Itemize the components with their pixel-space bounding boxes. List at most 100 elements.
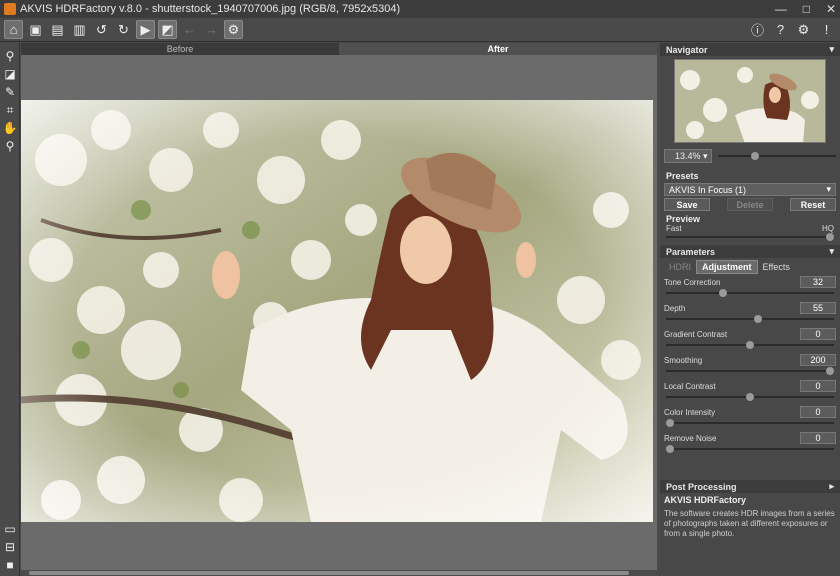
save-preset-button[interactable]: Save (664, 198, 710, 211)
view-single-icon[interactable]: ▭ (0, 520, 20, 538)
tab-hdri[interactable]: HDRI (664, 260, 696, 274)
brush-icon[interactable]: ✎ (0, 83, 20, 101)
print-icon[interactable]: ▥ (70, 20, 89, 39)
home-icon[interactable]: ⌂ (4, 20, 23, 39)
param-local-contrast: Local Contrast 0 (660, 378, 840, 404)
maximize-button[interactable]: □ (803, 2, 810, 16)
app-logo-icon (4, 3, 16, 15)
navigator-thumbnail[interactable] (674, 59, 826, 143)
close-button[interactable]: ✕ (826, 2, 836, 16)
tab-effects[interactable]: Effects (758, 260, 795, 274)
param-slider-knob[interactable] (746, 341, 754, 349)
param-value-field[interactable]: 32 (800, 276, 836, 288)
param-color-intensity: Color Intensity 0 (660, 404, 840, 430)
param-slider[interactable] (666, 315, 834, 323)
horizontal-scrollbar[interactable] (21, 570, 657, 576)
post-processing-header[interactable]: Post Processing ▸ (660, 480, 840, 493)
zoom-icon[interactable]: ⚲ (0, 137, 20, 155)
notifications-icon[interactable]: ! (817, 20, 836, 39)
undo-icon[interactable]: ↺ (92, 20, 111, 39)
tab-adjustment[interactable]: Adjustment (696, 260, 758, 274)
preset-select[interactable]: AKVIS In Focus (1) ▾ (664, 183, 836, 196)
param-value-field[interactable]: 0 (800, 406, 836, 418)
main-toolbar: ⌂ ▣ ▤ ▥ ↺ ↻ ▶ ◩ ← → ⚙ ⓘ ? ⚙ ! (0, 18, 840, 42)
param-value-field[interactable]: 55 (800, 302, 836, 314)
param-label: Depth (664, 304, 686, 313)
help-icon[interactable]: ? (771, 20, 790, 39)
param-slider-knob[interactable] (666, 445, 674, 453)
param-slider-knob[interactable] (826, 367, 834, 375)
param-label: Smoothing (664, 356, 703, 365)
param-value-field[interactable]: 0 (800, 432, 836, 444)
open-icon[interactable]: ▣ (26, 20, 45, 39)
param-label: Color Intensity (664, 408, 716, 417)
param-slider-knob[interactable] (746, 393, 754, 401)
param-tone-correction: Tone Correction 32 (660, 274, 840, 300)
redo-icon[interactable]: ↻ (114, 20, 133, 39)
param-value-field[interactable]: 200 (800, 354, 836, 366)
back-icon[interactable]: ← (180, 20, 199, 39)
param-slider[interactable] (666, 393, 834, 401)
delete-preset-button[interactable]: Delete (727, 198, 773, 211)
parameters-title: Parameters (666, 246, 716, 257)
hand-icon[interactable]: ✋ (0, 119, 20, 137)
param-slider-knob[interactable] (754, 315, 762, 323)
eraser-icon[interactable]: ◪ (0, 65, 20, 83)
result-photo[interactable] (21, 100, 653, 522)
preview-quality-knob[interactable] (826, 233, 834, 241)
param-label: Gradient Contrast (664, 330, 728, 339)
window-title: AKVIS HDRFactory v.8.0 - shutterstock_19… (20, 3, 401, 15)
info-text: The software creates HDR images from a s… (664, 509, 835, 538)
crop-icon[interactable]: ⌗ (0, 101, 20, 119)
parameters-header[interactable]: Parameters ▾ (660, 245, 840, 258)
background-color-icon[interactable]: ■ (0, 556, 20, 574)
chevron-down-icon: ▾ (826, 184, 831, 194)
info-icon[interactable]: ⓘ (748, 20, 767, 39)
image-canvas: Before After (21, 43, 657, 576)
view-split-icon[interactable]: ⊟ (0, 538, 20, 556)
param-slider[interactable] (666, 367, 834, 375)
before-after-icon[interactable]: ◩ (158, 20, 177, 39)
settings-panel: Navigator ▾ 13.4% ▾ Presets AKVIS In Foc… (660, 43, 840, 576)
param-slider[interactable] (666, 419, 834, 427)
title-bar: AKVIS HDRFactory v.8.0 - shutterstock_19… (0, 0, 840, 18)
tab-after[interactable]: After (339, 43, 657, 55)
param-slider-knob[interactable] (666, 419, 674, 427)
param-slider[interactable] (666, 341, 834, 349)
settings-icon[interactable]: ⚙ (794, 20, 813, 39)
param-slider-knob[interactable] (718, 289, 727, 297)
preview-hq-label: HQ (822, 224, 834, 233)
info-title: AKVIS HDRFactory (664, 495, 747, 505)
param-label: Tone Correction (664, 278, 721, 287)
param-value-field[interactable]: 0 (800, 328, 836, 340)
param-gradient-contrast: Gradient Contrast 0 (660, 326, 840, 352)
param-label: Remove Noise (664, 434, 717, 443)
param-slider[interactable] (666, 289, 834, 297)
param-label: Local Contrast (664, 382, 716, 391)
tab-before[interactable]: Before (21, 43, 339, 55)
collapse-icon[interactable]: ▾ (829, 246, 834, 257)
minimize-button[interactable]: — (775, 2, 787, 16)
forward-icon[interactable]: → (202, 20, 221, 39)
run-icon[interactable]: ▶ (136, 20, 155, 39)
preview-quality-slider[interactable] (666, 233, 834, 241)
param-depth: Depth 55 (660, 300, 840, 326)
zoom-slider[interactable] (718, 152, 836, 160)
param-smoothing: Smoothing 200 (660, 352, 840, 378)
preview-fast-label: Fast (666, 224, 682, 233)
navigator-title: Navigator (666, 44, 708, 55)
param-value-field[interactable]: 0 (800, 380, 836, 392)
zoom-value: 13.4% (675, 151, 701, 161)
zoom-slider-knob[interactable] (751, 152, 759, 160)
presets-title: Presets (666, 171, 699, 181)
collapse-icon[interactable]: ▾ (829, 44, 834, 55)
batch-icon[interactable]: ⚙ (224, 20, 243, 39)
navigator-header[interactable]: Navigator ▾ (660, 43, 840, 56)
wand-icon[interactable]: ⚲ (0, 47, 20, 65)
reset-preset-button[interactable]: Reset (790, 198, 836, 211)
post-processing-title: Post Processing (666, 481, 737, 492)
save-icon[interactable]: ▤ (48, 20, 67, 39)
expand-icon[interactable]: ▸ (829, 481, 834, 492)
param-slider[interactable] (666, 445, 834, 453)
zoom-select[interactable]: 13.4% ▾ (664, 149, 712, 163)
